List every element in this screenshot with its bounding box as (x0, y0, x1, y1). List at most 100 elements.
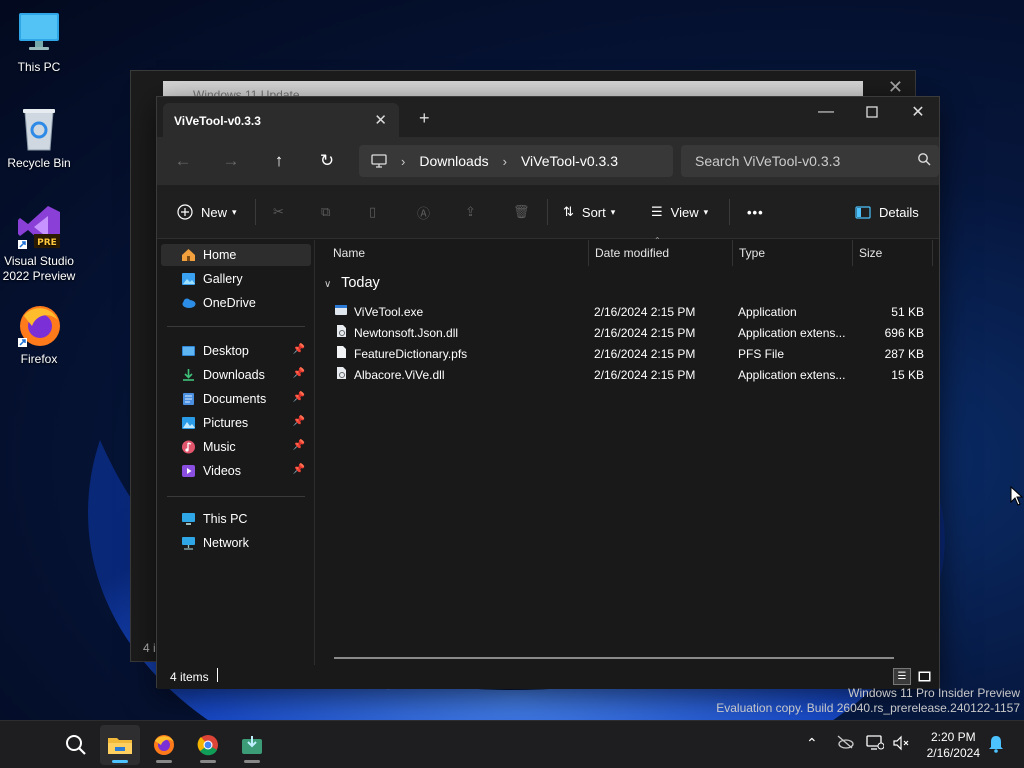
refresh-button[interactable]: ↻ (313, 147, 341, 175)
address-bar[interactable]: › Downloads › ViVeTool-v0.3.3 (359, 145, 673, 177)
copy-button[interactable]: ⧉ (321, 199, 330, 225)
horizontal-scrollbar[interactable] (334, 657, 894, 659)
desktop-icon-firefox[interactable]: Firefox (0, 302, 78, 367)
desktop-icon-this-pc[interactable]: This PC (0, 10, 78, 75)
sidebar-item-documents[interactable]: Documents 📌 (161, 388, 311, 410)
file-type: Application (738, 305, 797, 319)
file-row[interactable]: ViVeTool.exe 2/16/2024 2:15 PM Applicati… (332, 302, 932, 322)
file-type: Application extens... (738, 368, 846, 382)
close-button[interactable]: ✕ (895, 97, 941, 127)
desktop-icon-recycle-bin[interactable]: Recycle Bin (0, 106, 78, 171)
column-header-size[interactable]: Size (853, 240, 933, 266)
details-button[interactable]: Details (855, 199, 919, 225)
sidebar-item-pictures[interactable]: Pictures 📌 (161, 412, 311, 434)
mouse-pointer-icon (1010, 486, 1024, 506)
file-date: 2/16/2024 2:15 PM (594, 368, 696, 382)
pin-icon[interactable]: 📌 (293, 368, 305, 379)
view-button[interactable]: ☰ View ▾ (651, 199, 708, 225)
recycle-bin-icon (16, 106, 62, 152)
file-explorer-window[interactable]: ViVeTool-v0.3.3 ✕ + — ✕ ← → ↑ ↻ › Downlo… (156, 96, 940, 689)
clock-time: 2:20 PM (930, 730, 976, 744)
back-button[interactable]: ← (169, 147, 197, 175)
sidebar-item-downloads[interactable]: Downloads 📌 (161, 364, 311, 386)
taskbar-search-button[interactable] (56, 725, 96, 765)
show-hidden-icons-button[interactable]: ⌃ (806, 735, 818, 752)
up-button[interactable]: ↑ (265, 147, 293, 175)
toolbar-divider (255, 199, 256, 225)
paste-button[interactable]: ▯ (369, 199, 376, 225)
taskbar-chrome[interactable] (188, 725, 228, 765)
cut-button[interactable]: ✂ (273, 199, 284, 225)
pin-icon[interactable]: 📌 (293, 464, 305, 475)
file-row[interactable]: Albacore.ViVe.dll 2/16/2024 2:15 PM Appl… (332, 365, 932, 385)
sidebar-item-desktop[interactable]: Desktop 📌 (161, 340, 311, 362)
breadcrumb-downloads[interactable]: Downloads (419, 153, 488, 169)
new-button-label: New (201, 204, 228, 220)
new-tab-button[interactable]: + (419, 108, 430, 129)
pin-icon[interactable]: 📌 (293, 440, 305, 451)
file-size: 15 KB (891, 368, 924, 382)
sidebar-item-gallery[interactable]: Gallery (161, 268, 311, 290)
pin-icon[interactable]: 📌 (293, 392, 305, 403)
file-row[interactable]: Newtonsoft.Json.dll 2/16/2024 2:15 PM Ap… (332, 323, 932, 343)
sort-button[interactable]: ⇅ Sort ▾ (563, 199, 615, 225)
navigation-bar: ← → ↑ ↻ › Downloads › ViVeTool-v0.3.3 Se… (157, 137, 939, 185)
tab-close-icon[interactable]: ✕ (374, 111, 387, 129)
sidebar-item-network[interactable]: Network (161, 532, 311, 554)
group-label: Today (341, 275, 380, 291)
breadcrumb-vivetool[interactable]: ViVeTool-v0.3.3 (521, 153, 618, 169)
rename-icon: Ⓐ (417, 205, 431, 221)
system-clock[interactable]: 2:20 PM 2/16/2024 (927, 729, 980, 761)
sidebar-item-label: Documents (203, 392, 267, 406)
title-bar[interactable]: ViVeTool-v0.3.3 ✕ + — ✕ (157, 97, 939, 137)
pin-icon[interactable]: 📌 (293, 416, 305, 427)
download-icon (183, 369, 194, 381)
trash-icon: 🗑 (513, 204, 530, 219)
delete-button[interactable]: 🗑 (513, 199, 530, 225)
sidebar-item-label: Videos (203, 464, 241, 478)
taskbar-firefox[interactable] (144, 725, 184, 765)
taskbar-file-explorer[interactable] (100, 725, 140, 765)
update-app-icon (242, 736, 262, 754)
sidebar-item-home[interactable]: Home (161, 244, 311, 266)
sidebar-item-onedrive[interactable]: OneDrive (161, 292, 311, 314)
sidebar-item-videos[interactable]: Videos 📌 (161, 460, 311, 482)
share-button[interactable]: ⇪ (465, 199, 476, 225)
new-button[interactable]: New ▾ (177, 199, 237, 225)
column-header-name[interactable]: Name (327, 240, 589, 266)
tiles-view-button[interactable] (915, 668, 933, 685)
sidebar-item-label: OneDrive (203, 296, 256, 310)
firefox-icon (154, 735, 174, 755)
details-view-button[interactable]: ☰ (893, 668, 911, 685)
active-indicator (112, 760, 128, 763)
notification-bell-icon[interactable] (988, 735, 1004, 756)
maximize-button[interactable] (849, 97, 895, 127)
taskbar-windows-update[interactable] (232, 725, 272, 765)
more-options-button[interactable]: ••• (747, 199, 764, 225)
chevron-down-icon: ▾ (610, 206, 616, 217)
pin-icon[interactable]: 📌 (293, 344, 305, 355)
search-box[interactable]: Search ViVeTool-v0.3.3 (681, 145, 939, 177)
more-options-icon: ••• (747, 204, 764, 220)
file-type: Application extens... (738, 326, 846, 340)
videos-icon (182, 465, 195, 477)
sidebar-item-label: Home (203, 248, 237, 262)
group-header-today[interactable]: ∨ Today (324, 275, 380, 291)
network-status-icon[interactable] (866, 735, 885, 754)
onedrive-offline-icon[interactable] (836, 735, 854, 752)
background-window-close-icon[interactable]: ✕ (888, 77, 903, 98)
column-header-date[interactable]: Date modified (589, 240, 733, 266)
minimize-button[interactable]: — (803, 97, 849, 127)
column-header-type[interactable]: Type (733, 240, 853, 266)
desktop-icon-visual-studio[interactable]: PRE Visual Studio 2022 Preview (0, 204, 78, 284)
file-row[interactable]: FeatureDictionary.pfs 2/16/2024 2:15 PM … (332, 344, 932, 364)
tab-vivetool[interactable]: ViVeTool-v0.3.3 ✕ (163, 103, 399, 137)
sidebar-item-music[interactable]: Music 📌 (161, 436, 311, 458)
monitor-icon (371, 154, 387, 168)
sort-icon: ⇅ (563, 204, 574, 219)
desktop-icon (182, 346, 195, 356)
volume-muted-icon[interactable] (892, 735, 910, 754)
sidebar-item-this-pc[interactable]: This PC (161, 508, 311, 530)
forward-button[interactable]: → (217, 147, 245, 175)
rename-button[interactable]: Ⓐ (417, 199, 430, 225)
